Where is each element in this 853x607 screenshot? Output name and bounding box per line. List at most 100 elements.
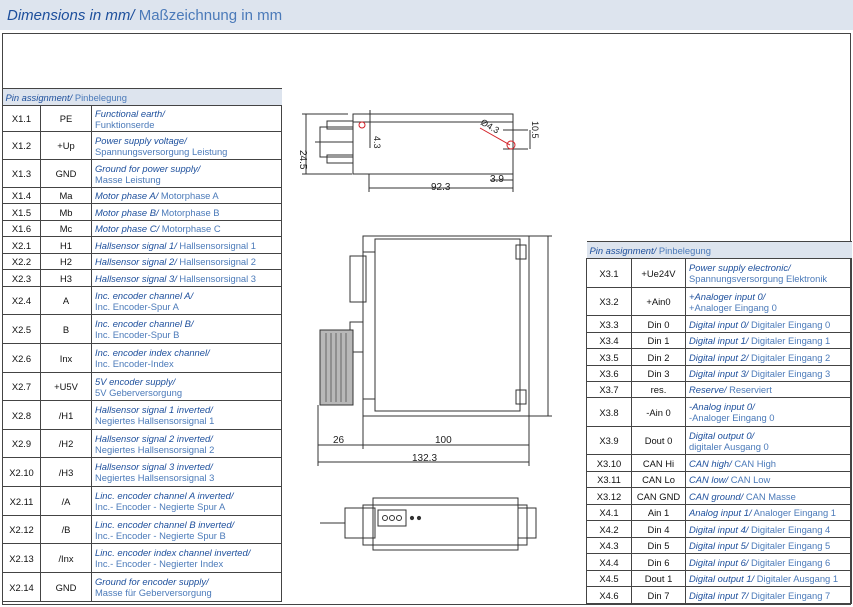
front-view-body [374,238,521,412]
description-cell: Hallsensor signal 2/ Hallsensorsignal 2 [90,253,283,270]
front-view-right-notch-bottom [515,389,527,405]
signal-name: Din 5 [647,540,670,551]
top-view-hole-right [506,140,516,150]
description-cell: Linc. encoder channel A inverted/Inc.- E… [90,486,283,516]
description-english: -Analog input 0/ [689,401,755,412]
top-view-hole-left [358,121,366,129]
signal-name: /A [61,495,71,507]
signal-name: Ma [59,190,73,201]
signal-name: Din 7 [647,589,670,601]
dimension-drawings: 24.5 4.3 Ø4.3 10.5 92.3 3.9 111 26 100 1… [297,110,552,551]
description-german: CAN Masse [745,490,796,502]
description-cell: Inc. encoder channel A/Inc. Encoder-Spur… [90,286,283,315]
description-cell: Digital input 4/ Digitaler Eingang 4 [684,520,853,538]
description-cell: -Analog input 0/-Analoger Eingang 0 [684,397,853,427]
description-english: Digital output 0/ [689,429,755,441]
description-german: Motorphase B [161,206,220,218]
description-english: Digital input 6/ [689,556,749,568]
signal-name: Dout 0 [644,435,673,446]
description-german: Motorphase A [160,190,219,201]
description-german: Spannungsversorgung Leistung [95,145,228,157]
signal-cell: res. [631,381,686,398]
pin-id: X1.3 [11,168,32,179]
table-row: X3.4 Din 1 Digital input 1/ Digitaler Eing… [586,332,853,349]
description-cell: +Analoger input 0/+Analoger Eingang 0 [684,287,853,316]
description-german: Motorphase C [161,223,221,234]
table-row: X3.12 CAN GND CAN ground/ CAN Masse [586,487,853,505]
description-cell: CAN high/ CAN High [684,454,853,472]
description-german: Negiertes Hallsensorsignal 1 [95,415,215,426]
description-german: Digitaler Eingang 4 [751,523,831,535]
pin-cell: X2.6 [2,343,41,373]
pin-id: X3.11 [597,474,621,485]
description-english: Digital output 1/ [689,573,755,584]
dim-front-plug: 26 [333,435,345,446]
pin-cell: X3.2 [586,287,632,316]
description-german: Analoger Eingang 1 [753,507,837,518]
description-english: Digital input 7/ [689,589,749,601]
description-german: Inc.- Encoder - Negierter Index [95,558,224,569]
pin-cell: X1.6 [2,220,41,237]
description-german: Negiertes Hallsensorsignal 3 [95,472,215,483]
description-cell: Motor phase C/ Motorphase C [90,220,283,237]
description-german: Spannungsversorgung Elektronik [689,273,828,284]
signal-name: PE [59,113,73,124]
table-row: X4.2 Din 4 Digital input 4/ Digitaler Eing… [586,520,853,538]
table-row: X3.1 +Ue24V Power supply electronic/Spannu… [586,258,853,288]
signal-cell: /H3 [40,457,92,487]
table-row: X2.2 H2 Hallsensor signal 2/ Hallsensorsig… [2,253,283,270]
description-english: Functional earth/ [95,107,165,119]
description-english: Inc. encoder index channel/ [95,347,210,358]
pin-cell: X2.8 [2,400,41,430]
pin-id: X1.1 [11,113,32,124]
signal-cell: +Up [40,131,92,160]
pin-cell: X2.9 [2,429,41,458]
description-german: Hallsensorsignal 3 [179,272,257,284]
description-english: Power supply electronic/ [689,262,791,273]
description-cell: Hallsensor signal 1 inverted/Negiertes H… [90,400,283,430]
pin-cell: X2.11 [2,486,41,516]
dim-top-edge: 3.9 [490,174,504,185]
signal-cell: GND [40,159,92,188]
pin-cell: X2.1 [2,236,41,254]
pin-id: X4.3 [599,540,619,551]
pin-cell: X2.5 [2,314,41,344]
table-row: X3.10 CAN Hi CAN high/ CAN High [586,454,853,472]
table-row: X3.9 Dout 0 Digital output 0/digitaler Aus… [586,426,853,455]
description-cell: 5V encoder supply/5V Geberversorgung [90,372,283,401]
right-pin-table: Pin assignment/ Pinbelegung X3.1 +Ue24V Pow… [586,241,853,604]
side-view-switch-2 [389,515,395,521]
pin-cell: X4.6 [586,586,632,604]
pin-cell: X2.13 [2,543,41,573]
description-english: Inc. encoder channel A/ [95,289,194,301]
table-row: X4.3 Din 5 Digital input 5/ Digitaler Eing… [586,537,853,554]
description-english: Power supply voltage/ [95,134,187,146]
signal-name: res. [650,384,667,395]
description-english: +Analoger input 0/ [689,290,766,302]
description-english: Hallsensor signal 3/ [95,272,177,284]
description-english: Hallsensor signal 3 inverted/ [95,461,213,472]
header-german: Pinbelegung [74,91,127,103]
table-row: X4.4 Din 6 Digital input 6/ Digitaler Eing… [586,553,853,571]
pin-cell: X3.10 [586,454,632,472]
description-english: Digital input 4/ [689,523,749,535]
pin-id: X3.2 [599,296,619,307]
signal-cell: CAN GND [631,487,686,505]
front-view-right-notch-top [515,244,527,260]
table-row: X2.14 GND Ground for encoder supply/Masse … [2,572,283,602]
pin-id: X4.4 [599,556,619,568]
pin-cell: X2.4 [2,286,41,315]
front-view-drawing [317,235,552,466]
description-cell: Analog input 1/ Analoger Eingang 1 [684,504,853,521]
table-row: X2.9/H2 Hallsensor signal 2 inverted/Negi… [2,429,283,458]
pin-cell: X2.14 [2,572,41,602]
pin-id: X2.3 [11,272,32,284]
pin-id: X3.1 [599,267,619,279]
description-german: Digitaler Eingang 2 [751,351,831,363]
description-english: Inc. encoder channel B/ [95,318,194,329]
signal-name: H2 [60,256,72,267]
signal-cell: GND [40,572,92,602]
signal-name: +Ue24V [641,267,676,279]
signal-name: CAN Lo [642,474,675,485]
description-cell: Hallsensor signal 2 inverted/Negiertes H… [90,429,283,458]
